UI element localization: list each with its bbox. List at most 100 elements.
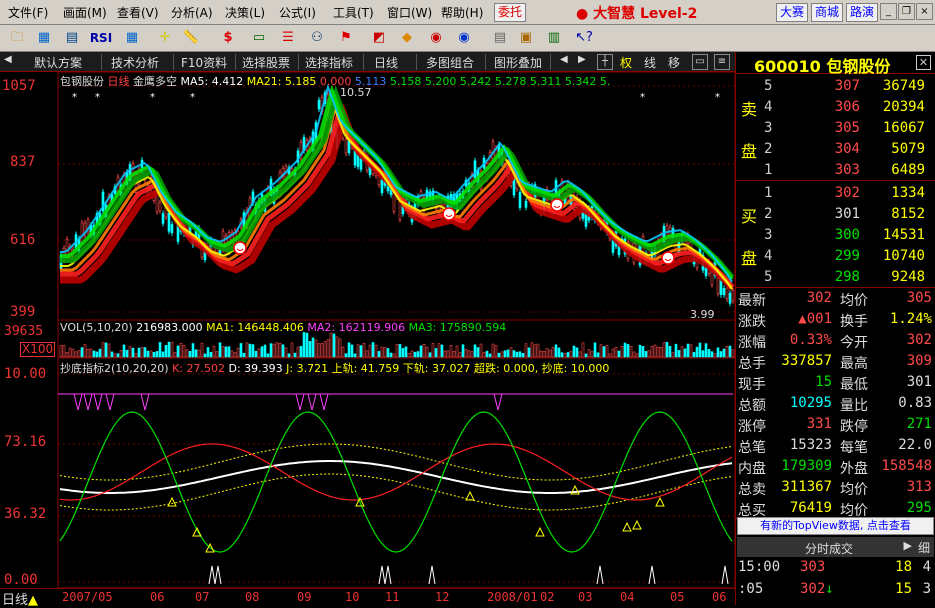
legend-item: MA2: 162119.906 [303,321,406,334]
orderbook-row[interactable]: 3 305 16067 [764,120,929,141]
tab-select-indicator[interactable]: 选择指标 [305,54,353,71]
books-icon[interactable]: ▥ [543,28,565,48]
volume-bar [593,342,597,358]
topview-notice[interactable]: 有新的TopView数据, 点击查看 [737,517,934,535]
period-label[interactable]: 日线▲ [2,589,38,608]
tick-arrow-icon: ↓ [825,581,834,597]
tab-overlay[interactable]: 图形叠加 [494,54,542,71]
quote-label: 总卖 [738,482,766,498]
menu-tools[interactable]: 工具(T) [333,4,374,21]
candle-body [80,222,84,243]
menu-formula[interactable]: 公式(I) [279,4,316,21]
menu-decision[interactable]: 决策(L) [225,4,265,21]
orderbook-row[interactable]: 4 306 20394 [764,99,929,120]
menu-help[interactable]: 帮助(H) [441,4,483,21]
menu-analysis[interactable]: 分析(A) [171,4,213,21]
menu-view[interactable]: 查看(V) [117,4,159,21]
volume-bar [620,346,624,358]
tab-separator [101,54,102,70]
card-icon[interactable]: ▭ [248,28,270,48]
price-legend: 包钢股份 日线 金鹰多空 MA5: 4.412 MA21: 5.185 0.00… [60,73,610,89]
orderbook-price: 306 [834,99,860,115]
orderbook-row[interactable]: 3 300 14531 [764,227,929,248]
tab-multi-chart[interactable]: 多图组合 [426,54,474,71]
volume-bar [713,353,717,358]
quote-row: 最新 302 均价 305 [736,290,935,309]
volume-bar [719,351,723,358]
legend-item: MA5: 4.412 [180,75,244,88]
orderbook-row[interactable]: 1 302 1334 [764,185,929,206]
triangle-marker [167,496,177,507]
shift-button[interactable]: 移 [668,54,680,71]
volume-bar [113,353,117,358]
candle-body [722,288,726,296]
tab-default-scheme[interactable]: 默认方案 [34,54,82,71]
triangle-marker [622,521,632,532]
volume-bar [623,342,627,358]
tick-time: 15:00 [738,559,781,575]
minimize-icon[interactable]: _ [880,3,897,20]
line-button[interactable]: 线 [644,54,656,71]
doc-icon[interactable]: ▤ [489,28,511,48]
flag-icon[interactable]: ⚑ [335,28,357,48]
folder-icon[interactable]: 🗀 [6,28,28,48]
close-panel-icon[interactable]: ✕ [916,55,931,70]
volume-bar [128,346,132,358]
scroll-left-icon[interactable]: ◀ [560,54,568,65]
rights-button[interactable]: 权 [620,54,632,71]
orderbook-level: 1 [764,162,773,178]
grid2-icon[interactable]: ▦ [121,28,143,48]
bottom-signal [428,565,436,585]
orb-icon[interactable]: ◉ [425,28,447,48]
window-icon[interactable]: ▭ [692,54,708,70]
tag-icon[interactable]: ◩ [368,28,390,48]
tab-f10[interactable]: F10资料 [181,54,227,71]
orderbook-row[interactable]: 4 299 10740 [764,248,929,269]
menu-window[interactable]: 窗口(W) [387,4,432,21]
tab-technical-analysis[interactable]: 技术分析 [111,54,159,71]
move-icon[interactable]: ✛ [154,28,176,48]
grid-icon[interactable]: ▤ [61,28,83,48]
chart-icon[interactable]: ▦ [33,28,55,48]
dasai-button[interactable]: 大赛 [776,3,809,22]
menu-file[interactable]: 文件(F) [8,4,48,21]
dollar-icon[interactable]: $ [217,28,239,48]
sell-orderbook: 卖 盘 5 307 36749 4 306 20394 3 305 16067 2 304 5079 1… [736,74,935,181]
scroll-right-icon[interactable]: ▶ [578,54,586,65]
detail-button[interactable]: 细 [918,539,930,556]
help-icon[interactable]: ↖? [573,28,595,48]
list-icon[interactable]: ≡ [714,54,730,70]
orderbook-row[interactable]: 2 304 5079 [764,141,929,162]
legend-item: 5.242 [456,75,492,88]
volume-bar [449,345,453,358]
date-axis-label: 2008/01 [487,590,538,604]
close-icon[interactable]: × [916,3,933,20]
diamond-icon[interactable]: ◆ [396,28,418,48]
shangcheng-button[interactable]: 商城 [811,3,844,22]
crosshair-icon[interactable]: ┼ [597,54,613,70]
binocular-icon[interactable]: ⚇ [306,28,328,48]
list-icon[interactable]: ☰ [277,28,299,48]
tab-separator [363,54,364,70]
volume-bar [131,347,135,358]
orderbook-row[interactable]: 2 301 8152 [764,206,929,227]
expand-icon[interactable]: ▶ [904,539,912,552]
luyan-button[interactable]: 路演 [846,3,879,22]
smiley-icon [233,241,247,255]
ruler-icon[interactable]: 📏 [180,28,202,48]
restore-icon[interactable]: ❐ [898,3,915,20]
orderbook-row[interactable]: 1 303 6489 [764,162,929,183]
scroll-left-icon[interactable]: ◀ [4,54,12,65]
tab-select-stock[interactable]: 选择股票 [242,54,290,71]
weituo-button[interactable]: 委托 [494,3,527,22]
rsi-icon[interactable]: RSI [88,28,114,48]
tab-daily[interactable]: 日线 [374,54,398,71]
tick-row: 15:00 303 18 4 [736,559,935,579]
volume-bar [251,344,255,358]
orderbook-row[interactable]: 5 307 36749 [764,78,929,99]
box-icon[interactable]: ▣ [515,28,537,48]
volume-bar [80,347,84,358]
orb2-icon[interactable]: ◉ [453,28,475,48]
orderbook-row[interactable]: 5 298 9248 [764,269,929,290]
menu-screen[interactable]: 画面(M) [63,4,107,21]
